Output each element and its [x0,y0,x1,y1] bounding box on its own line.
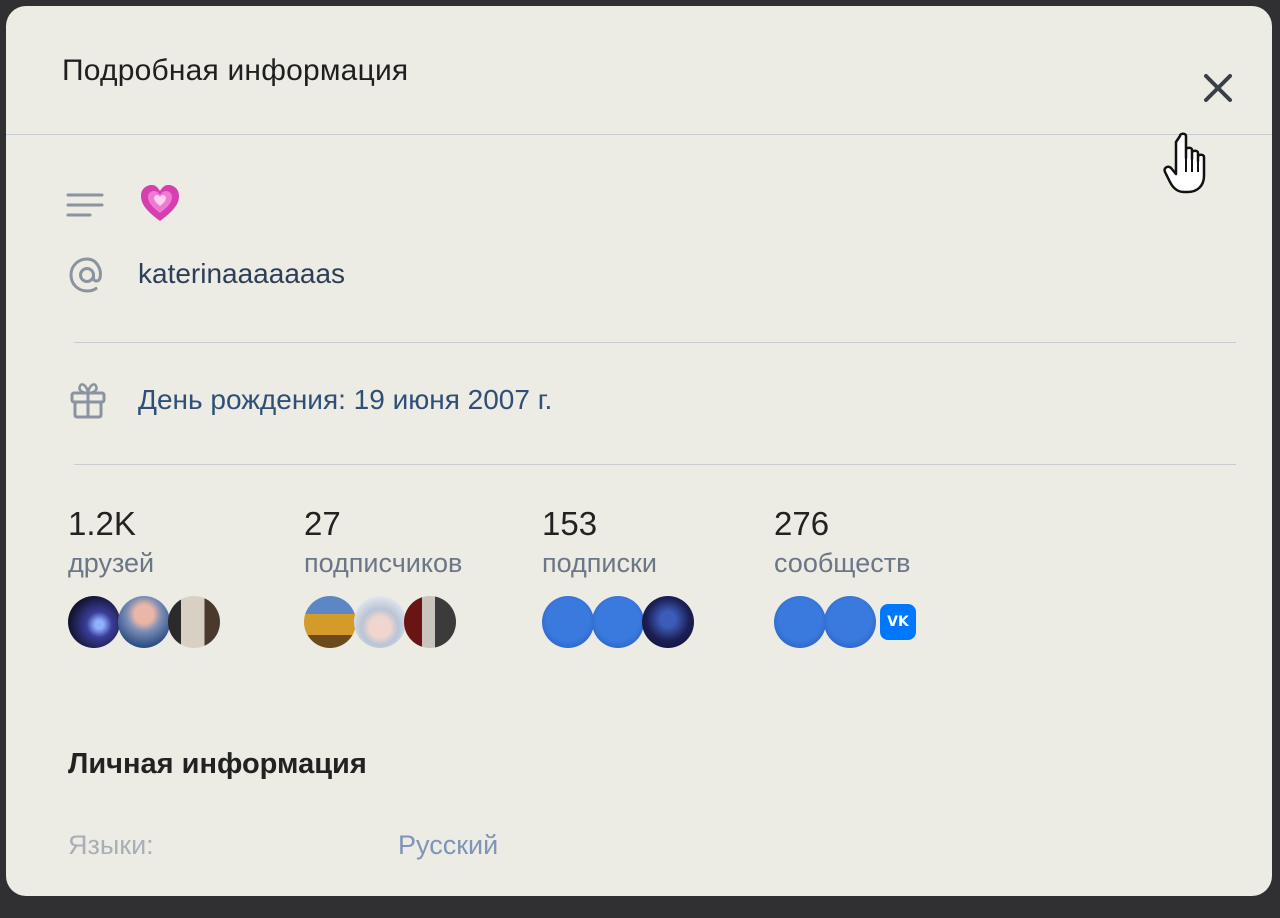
avatar-stack [68,596,220,648]
birthday: День рождения: 19 июня 2007 г. [138,384,553,415]
avatar[interactable] [774,596,826,648]
counter-label: сообществ [774,548,911,578]
at-icon [69,257,102,293]
heart-icon [141,185,179,221]
counter-subscriptions[interactable]: 153 подписки [542,505,694,648]
counter-label: подписки [542,548,657,578]
counter-value: 276 [774,505,830,542]
counter-value: 153 [542,505,598,542]
avatar-stack [542,596,694,648]
avatar[interactable] [354,596,406,648]
modal-title: Подробная информация [62,54,409,87]
counter-value: 27 [304,505,341,542]
details-modal: Подробная информация katerinaaaaaaas Ден… [6,6,1272,896]
avatar-stack: VK [774,596,916,648]
counter-friends[interactable]: 1.2K друзей [68,505,220,648]
counter-label: друзей [68,548,155,578]
avatar[interactable] [304,596,356,648]
avatar[interactable] [168,596,220,648]
section-divider-1 [74,342,1236,343]
avatar[interactable] [118,596,170,648]
header-divider [6,134,1272,135]
avatar[interactable] [642,596,694,648]
avatar[interactable] [824,596,876,648]
close-button[interactable] [1196,66,1240,110]
avatar[interactable] [68,596,120,648]
lines-icon [66,193,104,217]
close-icon [1204,74,1232,102]
vk-logo-icon[interactable]: VK [880,604,916,640]
counter-value: 1.2K [68,505,136,542]
section-divider-2 [74,464,1236,465]
avatar-stack [304,596,462,648]
screen: Подробная информация katerinaaaaaaas Ден… [0,0,1280,918]
languages-value[interactable]: Русский [398,830,498,861]
counter-label: подписчиков [304,548,463,578]
avatar[interactable] [592,596,644,648]
avatar[interactable] [542,596,594,648]
modal-header: Подробная информация [6,6,1272,140]
nickname: katerinaaaaaaas [138,258,346,289]
counter-communities[interactable]: 276 сообществ VK [774,505,916,648]
languages-label: Языки: [68,830,154,860]
hand-cursor-icon [1163,132,1206,194]
personal-info-title: Личная информация [68,748,367,780]
gift-icon [70,383,106,419]
counter-followers[interactable]: 27 подписчиков [304,506,462,648]
avatar[interactable] [404,596,456,648]
